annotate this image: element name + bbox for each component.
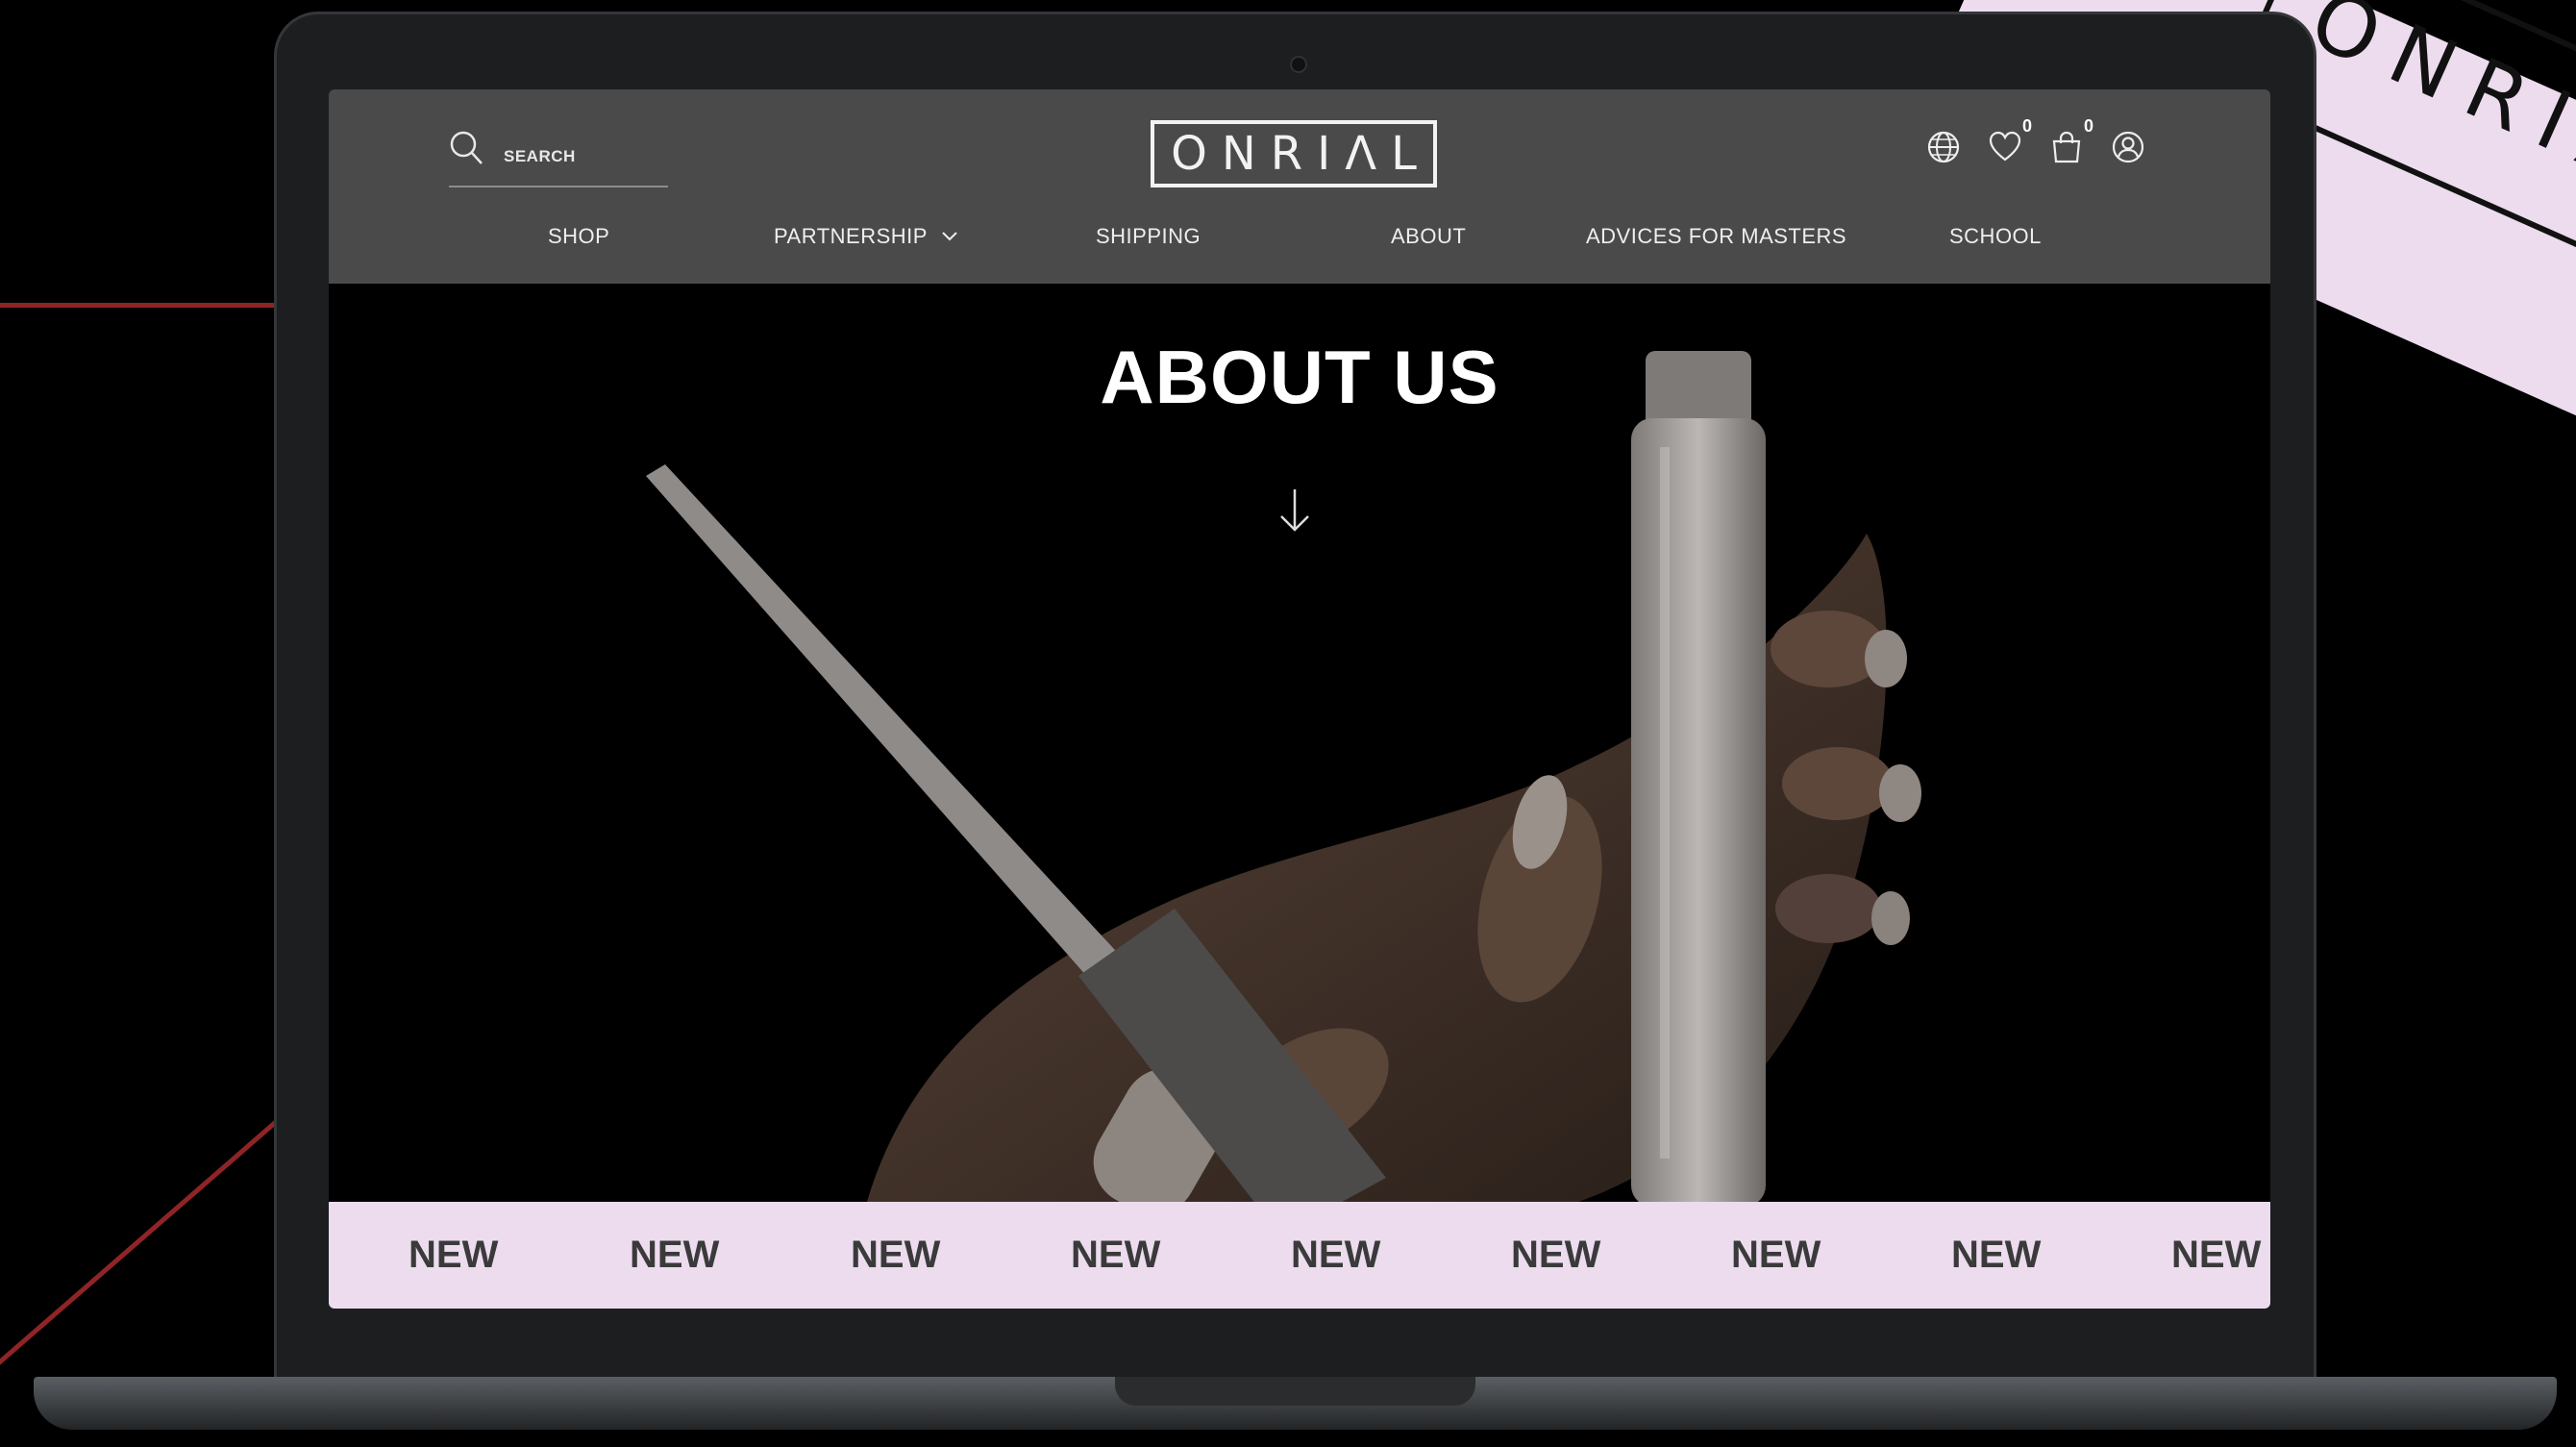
nav-advices[interactable]: ADVICES FOR MASTERS [1586,224,1846,249]
laptop-camera [1290,56,1307,73]
nav-shop-label: SHOP [548,224,610,248]
arrow-down-icon[interactable] [1276,487,1314,534]
hero-product-image [646,351,1921,1202]
nav-shipping-label: SHIPPING [1096,224,1201,248]
main-nav: SHOP PARTNERSHIP SHIPPING ABOUT ADVICES … [329,224,2270,262]
chevron-down-icon [942,232,957,241]
decor-red-line [0,303,279,308]
header-icons: 0 0 [1926,116,2145,164]
nav-partnership[interactable]: PARTNERSHIP [774,224,958,249]
laptop-screen: SEARCH ONRIΛL 0 0 SHOP PARTNERSHIP SHIPP… [329,89,2270,1309]
nav-about[interactable]: ABOUT [1391,224,1466,249]
ticker-item: NEW [409,1234,499,1276]
nav-shipping[interactable]: SHIPPING [1096,224,1201,249]
nav-shop[interactable]: SHOP [548,224,609,249]
cart-button[interactable]: 0 [2049,116,2093,164]
hero-title: ABOUT US [1100,335,1499,419]
ticker-item: NEW [1511,1234,1601,1276]
ticker-item: NEW [2171,1234,2262,1276]
ticker-item: NEW [1951,1234,2042,1276]
user-icon [2112,131,2144,163]
nav-school-label: SCHOOL [1949,224,2042,248]
nav-advices-label: ADVICES FOR MASTERS [1586,224,1847,248]
wishlist-button[interactable]: 0 [1988,116,2032,164]
nav-partnership-label: PARTNERSHIP [774,224,928,248]
nav-school[interactable]: SCHOOL [1949,224,2042,249]
search-input[interactable]: SEARCH [449,130,668,187]
ticker-item: NEW [1731,1234,1821,1276]
brand-logo-text: ONRIΛL [1171,127,1431,181]
wishlist-count: 0 [2021,116,2032,136]
ticker-item: NEW [851,1234,941,1276]
brand-logo[interactable]: ONRIΛL [1151,120,1437,187]
bag-icon [2052,131,2081,163]
account-button[interactable] [2111,130,2145,164]
new-ticker: NEW NEW NEW NEW NEW NEW NEW NEW NEW [329,1202,2270,1309]
hero-section: ABOUT US [329,284,2270,1202]
ticker-item: NEW [1071,1234,1161,1276]
cart-count: 0 [2083,116,2093,136]
search-label: SEARCH [504,147,576,165]
site-header: SEARCH ONRIΛL 0 0 SHOP PARTNERSHIP SHIPP… [329,89,2270,284]
language-button[interactable] [1926,130,1961,164]
laptop-notch [1115,1377,1475,1406]
search-icon [450,131,483,164]
globe-icon [1927,131,1960,163]
ticker-item: NEW [1291,1234,1381,1276]
heart-icon [1989,131,2021,162]
nav-about-label: ABOUT [1391,224,1467,248]
ticker-item: NEW [630,1234,720,1276]
